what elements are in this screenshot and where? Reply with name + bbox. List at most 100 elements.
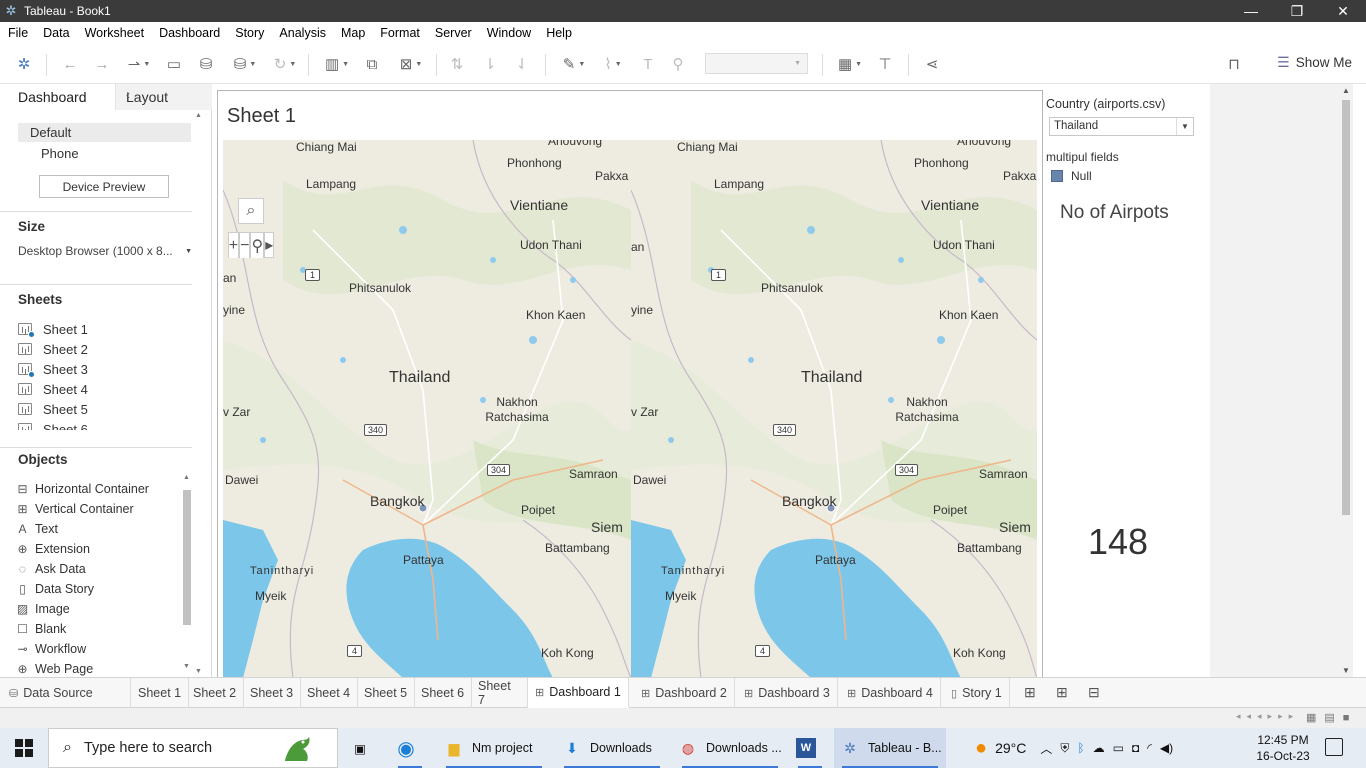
collapse-panel-icon[interactable]: ‹ [126, 88, 206, 102]
tab-sheet-7[interactable]: Sheet 7 [471, 678, 528, 708]
zoom-in-icon[interactable]: + [227, 232, 240, 258]
zoom-out-icon[interactable]: − [239, 232, 251, 258]
menu-story[interactable]: Story [235, 26, 264, 40]
scroll-down-icon[interactable]: ▼ [195, 668, 202, 675]
menu-help[interactable]: Help [546, 26, 572, 40]
new-story-tab-icon[interactable]: ⊟ [1088, 684, 1100, 701]
object-text[interactable]: A Text [16, 520, 57, 538]
tab-dashboard[interactable]: Dashboard [18, 89, 87, 105]
tab-story-1[interactable]: ▯ Story 1 [944, 678, 1010, 708]
tab-data-source[interactable]: ⛁ Data Source [2, 678, 131, 708]
pause-updates-icon[interactable]: ⛁ ▼ [226, 52, 264, 76]
map-search-icon[interactable]: ⌕ [238, 198, 264, 224]
tableau-logo-icon[interactable]: ✲ [12, 52, 36, 76]
fix-axes-icon[interactable]: ⚲ [667, 52, 689, 76]
show-me-button[interactable]: ☰ Show Me [1277, 54, 1352, 71]
menu-worksheet[interactable]: Worksheet [85, 26, 145, 40]
redo-icon[interactable]: → [90, 52, 114, 76]
scrollbar-thumb[interactable] [1342, 100, 1350, 515]
group-members-icon[interactable]: ⌇ ▼ [595, 52, 631, 76]
taskbar-app-downloads[interactable]: ⬇ Downloads [556, 728, 668, 768]
map-view-left[interactable]: ⌕ + − ⚲ ▸ Chiang Mai Lampang Phonhong Vi… [223, 140, 631, 678]
menu-dashboard[interactable]: Dashboard [159, 26, 220, 40]
meet-now-icon[interactable]: ▭ [1113, 741, 1124, 755]
format-workbook-icon[interactable]: ⊓ [1222, 52, 1246, 76]
map-view-right[interactable]: Chiang Mai Lampang Phonhong Vientiane Ud… [631, 140, 1037, 678]
tab-layout[interactable]: Layout ‹ [115, 84, 212, 110]
taskbar-app-chrome-downloads[interactable]: ◍ Downloads ... [674, 728, 786, 768]
camera-icon[interactable]: ◘ [1132, 741, 1139, 755]
menu-format[interactable]: Format [380, 26, 420, 40]
object-vertical-container[interactable]: ⊞ Vertical Container [16, 500, 133, 518]
new-data-source-icon[interactable]: ⛁ [195, 52, 217, 76]
object-extension[interactable]: ⊕ Extension [16, 540, 89, 558]
scroll-up-icon[interactable]: ▲ [195, 112, 202, 119]
tab-dashboard-2[interactable]: ⊞ Dashboard 2 [634, 678, 735, 708]
sheet-list-item[interactable]: Sheet 4 [18, 380, 88, 398]
object-workflow[interactable]: ⊸ Workflow [16, 640, 86, 658]
undo-icon[interactable]: ← [58, 52, 82, 76]
menu-data[interactable]: Data [43, 26, 69, 40]
restore-button[interactable]: ❐ [1274, 0, 1320, 22]
legend-item[interactable]: Null [1051, 169, 1092, 183]
tab-sheet-2[interactable]: Sheet 2 [186, 678, 245, 708]
edge-browser-taskbar-icon[interactable]: ◉ [390, 728, 430, 768]
sort-ascending-icon[interactable]: ⇂ [479, 52, 501, 76]
device-preview-button[interactable]: Device Preview [39, 175, 169, 198]
fit-dropdown[interactable]: ▼ [705, 53, 808, 74]
pin-map-icon[interactable]: ⚲ [250, 232, 265, 258]
windows-start-icon[interactable] [15, 739, 33, 757]
minimize-button[interactable]: — [1228, 0, 1274, 22]
new-worksheet-tab-icon[interactable]: ⊞ [1024, 684, 1036, 701]
device-phone[interactable]: Phone [41, 146, 79, 161]
presentation-mode-icon[interactable]: ⊤ [874, 52, 896, 76]
tab-sheet-6[interactable]: Sheet 6 [414, 678, 473, 708]
canvas-scrollbar[interactable]: ▲ ▼ [1339, 84, 1353, 677]
tab-sheet-3[interactable]: Sheet 3 [243, 678, 302, 708]
new-worksheet-icon[interactable]: ▥ ▼ [318, 52, 356, 76]
sheet-list-item[interactable]: Sheet 3 [18, 360, 88, 378]
bluetooth-icon[interactable]: ᛒ [1077, 741, 1084, 755]
task-view-icon[interactable]: ▣ [345, 728, 375, 768]
sheet-view-icons[interactable]: ▦▤■ [1306, 711, 1357, 724]
scroll-up-icon[interactable]: ▲ [183, 474, 190, 481]
clear-sheet-icon[interactable]: ⊠ ▼ [392, 52, 430, 76]
defender-icon[interactable]: ⛨ [1060, 741, 1069, 756]
refresh-icon[interactable]: ↻ ▼ [266, 52, 304, 76]
sheet-list-item[interactable]: Sheet 2 [18, 340, 88, 358]
expand-toolbar-icon[interactable]: ▸ [264, 232, 275, 258]
tab-dashboard-4[interactable]: ⊞ Dashboard 4 [840, 678, 941, 708]
sheet-list-item[interactable]: Sheet 1 [18, 320, 88, 338]
replay-icon[interactable]: ⇀ ▼ [120, 52, 158, 76]
menu-window[interactable]: Window [487, 26, 531, 40]
menu-server[interactable]: Server [435, 26, 472, 40]
tab-sheet-1[interactable]: Sheet 1 [131, 678, 190, 708]
scroll-down-icon[interactable]: ▼ [183, 663, 190, 670]
chevron-down-icon[interactable]: ▼ [1176, 118, 1193, 135]
object-web-page[interactable]: ⊕ Web Page [16, 660, 93, 678]
sheet-list-item[interactable]: Sheet 5 [18, 400, 88, 418]
volume-icon[interactable]: ◀) [1160, 741, 1173, 755]
close-button[interactable]: ✕ [1320, 0, 1366, 22]
notification-center-icon[interactable] [1325, 738, 1343, 756]
sheet-list-item[interactable]: Sheet 6 [18, 420, 88, 430]
menu-map[interactable]: Map [341, 26, 365, 40]
scroll-up-icon[interactable]: ▲ [1342, 86, 1350, 95]
taskbar-app-nm-project[interactable]: ▆ Nm project [438, 728, 550, 768]
object-ask-data[interactable]: ◌ Ask Data [16, 560, 86, 578]
sheet-navigation-icons[interactable]: ◂◂◂▸▸▸ [1236, 711, 1299, 722]
object-image[interactable]: ▨ Image [16, 600, 70, 618]
objects-scrollbar[interactable]: ▲ ▼ [182, 474, 192, 674]
size-dropdown[interactable]: Desktop Browser (1000 x 8... ▼ [18, 244, 192, 262]
sort-descending-icon[interactable]: ⇃ [511, 52, 533, 76]
tab-dashboard-3[interactable]: ⊞ Dashboard 3 [737, 678, 838, 708]
taskbar-search-box[interactable]: ⌕ Type here to search [48, 728, 338, 768]
system-clock[interactable]: 12:45 PM 16-Oct-23 [1253, 732, 1313, 764]
new-dashboard-tab-icon[interactable]: ⊞ [1056, 684, 1068, 701]
wifi-icon[interactable]: ◜ [1147, 741, 1152, 755]
tab-sheet-4[interactable]: Sheet 4 [300, 678, 359, 708]
onedrive-icon[interactable]: ☁ [1093, 741, 1105, 755]
save-icon[interactable]: ▭ [163, 52, 185, 76]
object-data-story[interactable]: ▯ Data Story [16, 580, 94, 598]
scroll-down-icon[interactable]: ▼ [1342, 666, 1350, 675]
